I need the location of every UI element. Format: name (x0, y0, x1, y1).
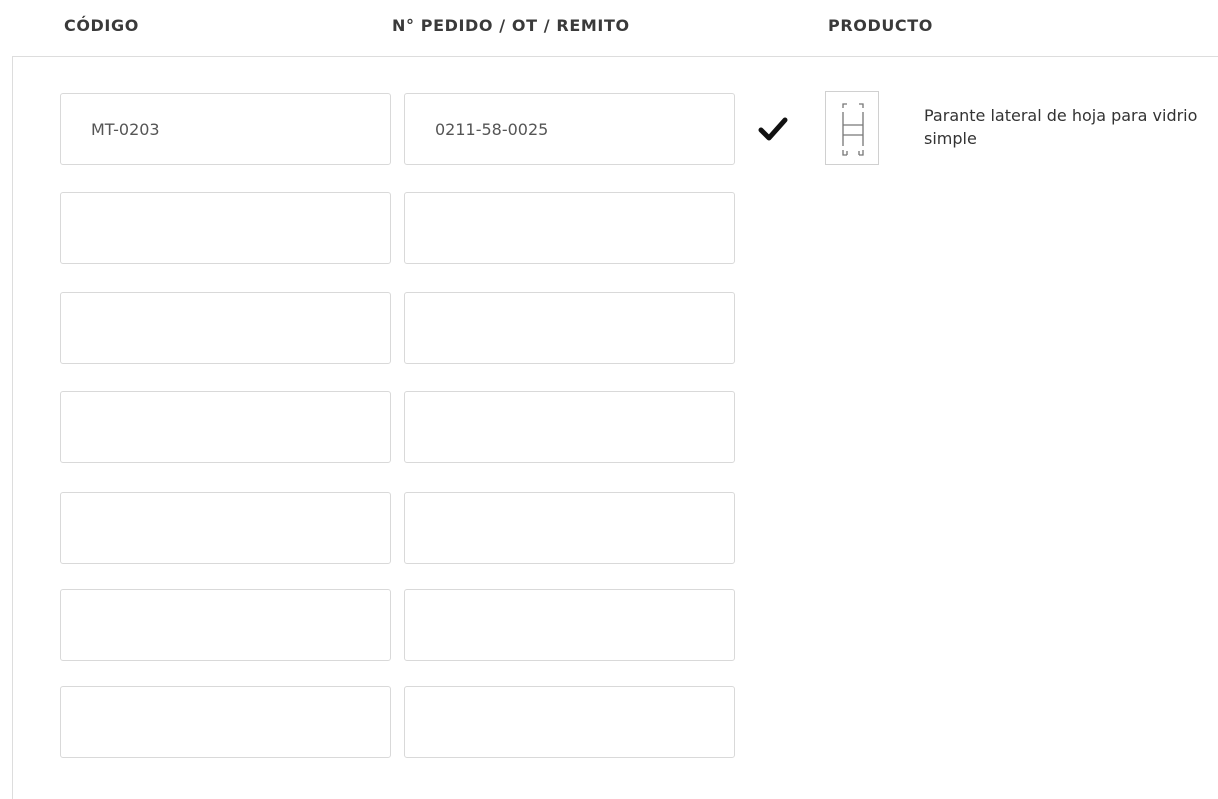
pedido-input-1[interactable] (404, 93, 735, 165)
profile-drawing-icon (842, 103, 864, 156)
product-description: Parante lateral de hoja para vidrio simp… (924, 106, 1198, 148)
codigo-input-6[interactable] (60, 589, 391, 661)
column-header-producto: PRODUCTO (828, 16, 933, 35)
pedido-input-6[interactable] (404, 589, 735, 661)
product-thumbnail[interactable] (825, 91, 879, 165)
pedido-input-2[interactable] (404, 192, 735, 264)
pedido-input-7[interactable] (404, 686, 735, 758)
codigo-input-5[interactable] (60, 492, 391, 564)
column-header-pedido: N° PEDIDO / OT / REMITO (392, 16, 630, 35)
codigo-input-2[interactable] (60, 192, 391, 264)
check-icon (758, 117, 788, 141)
pedido-input-3[interactable] (404, 292, 735, 364)
column-header-codigo: CÓDIGO (64, 16, 139, 35)
codigo-input-1[interactable] (60, 93, 391, 165)
codigo-input-3[interactable] (60, 292, 391, 364)
pedido-input-4[interactable] (404, 391, 735, 463)
codigo-input-7[interactable] (60, 686, 391, 758)
pedido-input-5[interactable] (404, 492, 735, 564)
codigo-input-4[interactable] (60, 391, 391, 463)
